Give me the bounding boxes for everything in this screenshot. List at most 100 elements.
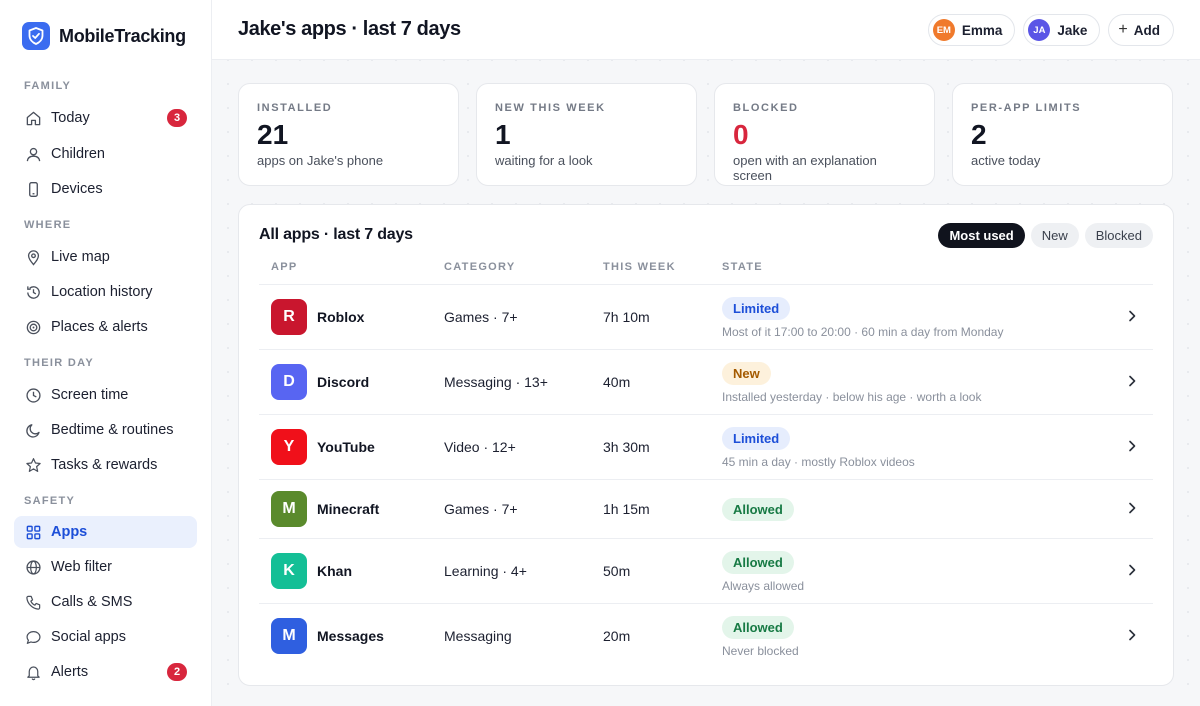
plus-icon: + [1118,21,1128,38]
app-category: Messaging · 13+ [444,374,548,390]
stat-subtext: active today [971,153,1041,168]
chevron-right-icon [1129,310,1136,322]
state-badge: Allowed [722,616,794,639]
app-usage-time: 7h 10m [603,309,650,325]
sidebar-item-bedtime-routines[interactable]: Bedtime & routines [14,414,197,446]
stat-subtext: open with an explanation screen [733,153,877,183]
app-tile-icon: D [271,364,307,400]
panel-title: All apps · last 7 days [259,226,413,243]
grid-icon [24,523,42,541]
table-row-youtube[interactable]: Y YouTube Video · 12+ 3h 30m Limited 45 … [259,414,1153,479]
add-label: Add [1133,22,1160,38]
sidebar-item-label: Apps [51,524,88,540]
state-badge: New [722,362,771,385]
chat-icon [24,628,42,646]
profile-name: Emma [961,22,1003,38]
table-row-minecraft[interactable]: M Minecraft Games · 7+ 1h 15m Allowed [259,479,1153,538]
sidebar-item-label: Live map [51,249,110,265]
state-note: Installed yesterday · below his age · wo… [722,390,982,404]
nav-section-their-day: THEIR DAY [24,357,94,369]
add-profile-button[interactable]: + Add [1108,14,1174,46]
table-row-discord[interactable]: D Discord Messaging · 13+ 40m New Instal… [259,349,1153,414]
stat-value: 21 [257,119,289,150]
stat-value: 2 [971,119,987,150]
stat-card-installed: INSTALLED 21 apps on Jake's phone [238,83,459,186]
sidebar-item-children[interactable]: Children [14,138,197,170]
sidebar-item-label: Screen time [51,387,129,403]
sidebar-item-screen-time[interactable]: Screen time [14,379,197,411]
app-category: Games · 7+ [444,309,518,325]
state-note: Most of it 17:00 to 20:00 · 60 min a day… [722,325,1004,339]
app-category: Learning · 4+ [444,563,527,579]
sidebar-item-devices[interactable]: Devices [14,173,197,205]
globe-icon [24,558,42,576]
app-usage-time: 1h 15m [603,501,650,517]
app-category: Games · 7+ [444,501,518,517]
clock-icon [24,386,42,404]
chevron-right-icon [1129,564,1136,576]
today-count-badge: 3 [167,109,187,127]
sidebar-item-location-history[interactable]: Location history [14,276,197,308]
column-header-app: APP [271,261,298,273]
sidebar-item-live-map[interactable]: Live map [14,241,197,273]
sort-filters: Most used New Blocked [938,223,1153,248]
sidebar-item-places-alerts[interactable]: Places & alerts [14,311,197,343]
app-category: Messaging [444,628,512,644]
table-row-khan[interactable]: K Khan Learning · 4+ 50m Allowed Always … [259,538,1153,603]
stat-card-per-app-limits: PER-APP LIMITS 2 active today [952,83,1173,186]
page-title: Jake's apps · last 7 days [238,18,461,40]
sidebar-item-tasks-rewards[interactable]: Tasks & rewards [14,449,197,481]
stat-value: 0 [733,119,749,150]
app-name: Messages [317,628,384,644]
sidebar-item-calls-sms[interactable]: Calls & SMS [14,586,197,618]
sidebar: MobileTracking FAMILY Today 3 Children D… [0,0,212,706]
state-badge: Allowed [722,551,794,574]
app-name: Khan [317,563,352,579]
brand-name: MobileTracking [59,25,186,46]
profile-button-emma[interactable]: EM Emma [927,14,1016,46]
profile-name: Jake [1057,22,1088,38]
state-badge: Allowed [722,498,794,521]
sidebar-item-web-filter[interactable]: Web filter [14,551,197,583]
avatar: EM [932,19,955,41]
profile-button-jake[interactable]: JA Jake [1023,14,1101,46]
state-badge: Limited [722,427,791,450]
app-usage-time: 50m [603,563,631,579]
brand[interactable]: MobileTracking [22,22,186,50]
app-tile-icon: K [271,553,307,589]
app-tile-icon: Y [271,429,307,465]
app-usage-time: 20m [603,628,631,644]
sidebar-item-today[interactable]: Today 3 [14,102,197,134]
app-name: Roblox [317,309,365,325]
state-note: 45 min a day · mostly Roblox videos [722,455,915,469]
app-tile-icon: M [271,618,307,654]
state-note: Always allowed [722,579,805,593]
state-note: Never blocked [722,644,799,658]
filter-new[interactable]: New [1030,223,1079,248]
state-badge: Limited [722,297,791,320]
sidebar-item-alerts[interactable]: Alerts 2 [14,656,197,688]
filter-most-used[interactable]: Most used [938,223,1025,248]
history-icon [24,283,42,301]
column-header-category: CATEGORY [444,261,516,273]
chevron-right-icon [1129,375,1136,387]
sidebar-item-apps[interactable]: Apps [14,516,197,548]
chevron-right-icon [1129,502,1136,514]
app-usage-time: 40m [603,374,631,390]
app-usage-time: 3h 30m [603,439,650,455]
nav-section-where: WHERE [24,219,72,231]
table-row-messages[interactable]: M Messages Messaging 20m Allowed Never b… [259,603,1153,668]
sidebar-item-label: Tasks & rewards [51,457,158,473]
sidebar-item-label: Calls & SMS [51,594,133,610]
chevron-right-icon [1129,440,1136,452]
app-tile-icon: M [271,491,307,527]
app-tile-icon: R [271,299,307,335]
app-name: YouTube [317,439,375,455]
sidebar-item-social-apps[interactable]: Social apps [14,621,197,653]
table-row-roblox[interactable]: R Roblox Games · 7+ 7h 10m Limited Most … [259,284,1153,349]
sidebar-item-label: Today [51,110,90,126]
avatar: JA [1028,19,1051,41]
filter-blocked[interactable]: Blocked [1084,223,1153,248]
sidebar-item-label: Social apps [51,629,126,645]
app-name: Discord [317,374,370,390]
